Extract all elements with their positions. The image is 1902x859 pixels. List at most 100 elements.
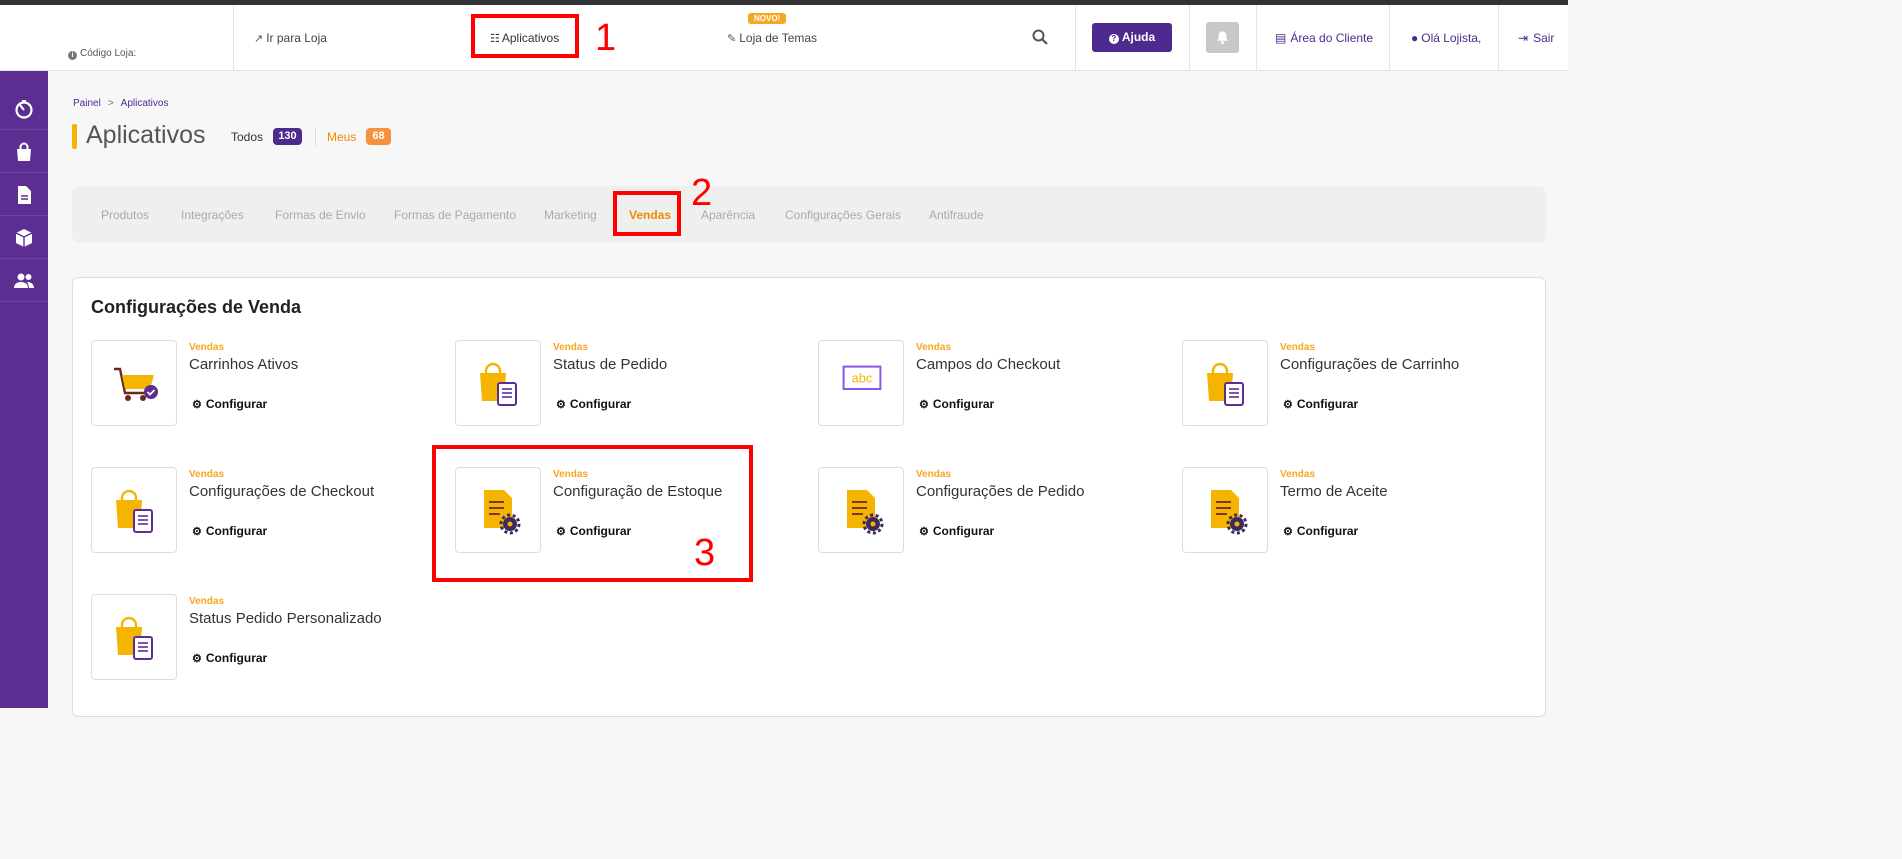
breadcrumb-home[interactable]: Painel bbox=[73, 98, 101, 109]
doc-gear-icon bbox=[847, 490, 884, 535]
cart-icon bbox=[114, 367, 158, 401]
sidebar-item-customers[interactable] bbox=[0, 259, 48, 302]
configure-link[interactable]: ⚙ Configurar bbox=[192, 651, 267, 665]
tab-integracoes[interactable]: Integrações bbox=[181, 208, 244, 222]
card-category: Vendas bbox=[189, 342, 225, 353]
card-thumbnail[interactable] bbox=[91, 467, 177, 553]
external-link-icon: ↗ bbox=[254, 33, 264, 45]
document-icon bbox=[18, 186, 31, 204]
bag-doc-icon bbox=[480, 362, 517, 406]
logout-icon: ⇥ bbox=[1518, 31, 1529, 45]
configure-link[interactable]: ⚙ Configurar bbox=[192, 524, 267, 538]
client-area-link[interactable]: ▤ Área do Cliente bbox=[1275, 31, 1373, 45]
card-thumbnail[interactable] bbox=[1182, 340, 1268, 426]
count-divider bbox=[315, 128, 316, 146]
card-title: Carrinhos Ativos bbox=[189, 356, 299, 373]
header-divider bbox=[233, 5, 234, 71]
section-title: Configurações de Venda bbox=[91, 297, 302, 317]
card-thumbnail[interactable] bbox=[1182, 467, 1268, 553]
bell-icon bbox=[1217, 31, 1228, 45]
header-divider bbox=[1189, 5, 1190, 71]
card-thumbnail[interactable]: abc bbox=[818, 340, 904, 426]
theme-store-link[interactable]: ✎ Loja de Temas bbox=[727, 31, 817, 45]
bag-doc-icon bbox=[116, 489, 153, 533]
title-accent bbox=[72, 124, 77, 149]
card-category: Vendas bbox=[916, 469, 952, 480]
configure-link[interactable]: ⚙ Configurar bbox=[1283, 397, 1358, 411]
abc-icon: abc bbox=[842, 365, 882, 390]
configure-link[interactable]: ⚙ Configurar bbox=[192, 397, 267, 411]
configure-link[interactable]: ⚙ Configurar bbox=[1283, 524, 1358, 538]
card-title: Configurações de Carrinho bbox=[1280, 356, 1460, 373]
configure-link[interactable]: ⚙ Configurar bbox=[919, 397, 994, 411]
novo-badge: NOVO! bbox=[748, 13, 787, 24]
breadcrumb: Painel > Aplicativos bbox=[73, 98, 168, 109]
annotation-number-2: 2 bbox=[691, 172, 713, 214]
notifications-button[interactable] bbox=[1206, 22, 1239, 53]
card-title: Status de Pedido bbox=[553, 356, 668, 373]
gear-icon: ⚙ bbox=[919, 526, 929, 538]
breadcrumb-current: Aplicativos bbox=[120, 98, 169, 109]
help-button[interactable]: ? Ajuda bbox=[1092, 23, 1172, 52]
gear-icon: ⚙ bbox=[192, 653, 202, 665]
sidebar-item-reports[interactable] bbox=[0, 173, 48, 216]
gear-icon: ⚙ bbox=[919, 399, 929, 411]
breadcrumb-separator: > bbox=[107, 98, 114, 109]
count-mine-badge: 68 bbox=[366, 128, 391, 145]
bag-doc-icon bbox=[1207, 362, 1244, 406]
card-thumbnail[interactable] bbox=[818, 467, 904, 553]
tab-produtos[interactable]: Produtos bbox=[101, 208, 149, 222]
filter-all[interactable]: Todos bbox=[231, 130, 263, 144]
configure-link[interactable]: ⚙ Configurar bbox=[919, 524, 994, 538]
page-title: Aplicativos bbox=[86, 121, 206, 149]
tab-configuracoes-gerais[interactable]: Configurações Gerais bbox=[785, 208, 901, 222]
user-icon: ● bbox=[1411, 31, 1419, 45]
filter-mine[interactable]: Meus bbox=[327, 130, 356, 144]
store-code: i Código Loja: bbox=[68, 48, 136, 60]
card-category: Vendas bbox=[189, 596, 225, 607]
configure-link[interactable]: ⚙ Configurar bbox=[556, 397, 631, 411]
search-icon[interactable] bbox=[1032, 29, 1048, 45]
speedometer-icon bbox=[15, 100, 33, 119]
sidebar-item-dashboard[interactable] bbox=[0, 87, 48, 130]
gear-icon: ⚙ bbox=[192, 399, 202, 411]
card-category: Vendas bbox=[1280, 469, 1316, 480]
gear-icon: ⚙ bbox=[556, 399, 566, 411]
question-icon: ? bbox=[1108, 34, 1119, 44]
tab-formas-de-envio[interactable]: Formas de Envio bbox=[275, 208, 366, 222]
tab-antifraude[interactable]: Antifraude bbox=[929, 208, 984, 222]
doc-gear-icon bbox=[1211, 490, 1248, 535]
sidebar-item-products[interactable] bbox=[0, 216, 48, 259]
card-thumbnail[interactable] bbox=[91, 340, 177, 426]
tab-formas-de-pagamento[interactable]: Formas de Pagamento bbox=[394, 208, 516, 222]
card-thumbnail[interactable] bbox=[455, 340, 541, 426]
card-title: Termo de Aceite bbox=[1280, 483, 1388, 500]
box-icon bbox=[15, 229, 33, 247]
annotation-number-3: 3 bbox=[694, 532, 716, 574]
card-title: Configurações de Pedido bbox=[916, 483, 1085, 500]
card-title: Status Pedido Personalizado bbox=[189, 610, 382, 627]
card-category: Vendas bbox=[916, 342, 952, 353]
card-category: Vendas bbox=[553, 342, 589, 353]
header-divider bbox=[1498, 5, 1499, 71]
tab-marketing[interactable]: Marketing bbox=[544, 208, 597, 222]
user-menu[interactable]: ● Olá Lojista, bbox=[1411, 31, 1481, 45]
card-thumbnail[interactable] bbox=[91, 594, 177, 680]
header-divider bbox=[1256, 5, 1257, 71]
card-category: Vendas bbox=[1280, 342, 1316, 353]
sidebar-item-orders[interactable] bbox=[0, 130, 48, 173]
info-icon: i bbox=[68, 51, 77, 60]
highlight-box-2 bbox=[613, 191, 681, 236]
users-icon bbox=[14, 273, 34, 288]
shopping-bag-icon bbox=[17, 142, 31, 161]
go-to-store-link[interactable]: ↗ Ir para Loja bbox=[254, 31, 327, 45]
category-tabs: Produtos Integrações Formas de Envio For… bbox=[72, 186, 1546, 243]
id-card-icon: ▤ bbox=[1275, 31, 1287, 45]
sidebar bbox=[0, 71, 48, 708]
annotation-number-1: 1 bbox=[595, 17, 617, 59]
card-title: Campos do Checkout bbox=[916, 356, 1061, 373]
header-divider bbox=[1389, 5, 1390, 71]
logout-link[interactable]: ⇥ Sair bbox=[1518, 31, 1554, 45]
card-category: Vendas bbox=[189, 469, 225, 480]
count-all-badge: 130 bbox=[273, 128, 302, 145]
